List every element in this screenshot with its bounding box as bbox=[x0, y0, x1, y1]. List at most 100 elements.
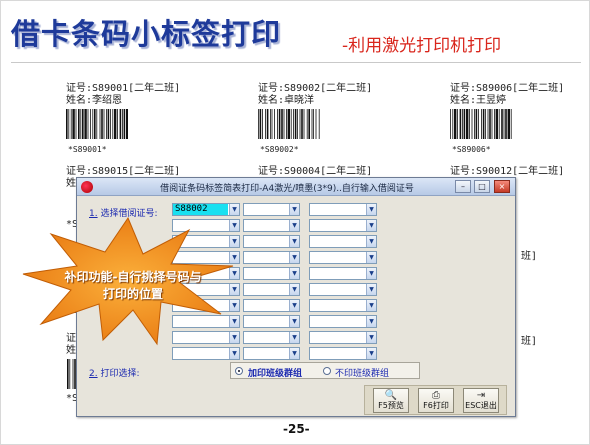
id-combo[interactable]: ▼ bbox=[243, 267, 300, 280]
dropdown-arrow-icon[interactable]: ▼ bbox=[366, 268, 376, 279]
id-combo[interactable]: ▼ bbox=[243, 283, 300, 296]
id-combo-value[interactable] bbox=[244, 316, 248, 327]
id-combo-value[interactable] bbox=[310, 204, 314, 215]
dropdown-arrow-icon[interactable]: ▼ bbox=[289, 220, 299, 231]
barcode-text: *S89001* bbox=[68, 145, 107, 154]
option-include-class-label[interactable]: 加印班级群组 bbox=[248, 366, 302, 379]
id-combo-value[interactable] bbox=[244, 332, 248, 343]
id-combo[interactable]: ▼ bbox=[243, 251, 300, 264]
id-combo[interactable]: ▼ bbox=[309, 203, 377, 216]
id-combo[interactable]: ▼ bbox=[309, 283, 377, 296]
id-combo-value[interactable] bbox=[244, 236, 248, 247]
barcode-label: 证号:S89002[二年二班] 姓名:卓晓洋 *S89002* bbox=[258, 83, 418, 156]
dropdown-arrow-icon[interactable]: ▼ bbox=[289, 252, 299, 263]
minimize-button[interactable]: – bbox=[455, 180, 471, 193]
id-combo-value[interactable] bbox=[310, 348, 314, 359]
id-combo-value[interactable] bbox=[310, 236, 314, 247]
id-combo[interactable]: ▼ bbox=[309, 331, 377, 344]
action-button-group: 🔍 F5预览 ⎙ F6打印 ⇥ ESC退出 bbox=[364, 385, 507, 415]
id-combo-value[interactable] bbox=[244, 252, 248, 263]
dropdown-arrow-icon[interactable]: ▼ bbox=[366, 332, 376, 343]
id-combo-value[interactable] bbox=[310, 268, 314, 279]
close-button[interactable]: × bbox=[494, 180, 510, 193]
id-combo-value[interactable] bbox=[310, 284, 314, 295]
id-combo[interactable]: ▼ bbox=[243, 219, 300, 232]
id-combo[interactable]: ▼ bbox=[309, 299, 377, 312]
print-option-group: 加印班级群组 不印班级群组 bbox=[230, 362, 420, 379]
dropdown-arrow-icon[interactable]: ▼ bbox=[289, 284, 299, 295]
id-combo-value[interactable] bbox=[244, 300, 248, 311]
id-combo[interactable]: ▼ bbox=[309, 235, 377, 248]
dropdown-arrow-icon[interactable]: ▼ bbox=[289, 268, 299, 279]
dropdown-arrow-icon[interactable]: ▼ bbox=[366, 204, 376, 215]
dropdown-arrow-icon[interactable]: ▼ bbox=[229, 348, 239, 359]
maximize-button[interactable]: □ bbox=[474, 180, 490, 193]
preview-button[interactable]: 🔍 F5预览 bbox=[373, 388, 409, 413]
id-combo-value[interactable] bbox=[244, 220, 248, 231]
dropdown-arrow-icon[interactable]: ▼ bbox=[229, 204, 239, 215]
id-combo-value[interactable] bbox=[310, 220, 314, 231]
id-combo[interactable]: ▼ bbox=[309, 251, 377, 264]
radio-exclude-class[interactable] bbox=[323, 367, 331, 375]
radio-include-class[interactable] bbox=[235, 367, 243, 375]
dropdown-arrow-icon[interactable]: ▼ bbox=[366, 236, 376, 247]
dropdown-arrow-icon[interactable]: ▼ bbox=[366, 300, 376, 311]
id-combo[interactable]: ▼ bbox=[309, 219, 377, 232]
dropdown-arrow-icon[interactable]: ▼ bbox=[366, 220, 376, 231]
dialog-titlebar[interactable]: 借阅证条码标签简表打印-A4激光/喷墨(3*9)..自行输入借阅证号 – □ × bbox=[77, 178, 515, 196]
callout-text: 补印功能-自行挑择号码与 打印的位置 bbox=[64, 270, 202, 301]
option-exclude-class-label[interactable]: 不印班级群组 bbox=[335, 366, 389, 379]
id-combo-value[interactable] bbox=[244, 268, 248, 279]
dropdown-arrow-icon[interactable]: ▼ bbox=[289, 348, 299, 359]
exit-button[interactable]: ⇥ ESC退出 bbox=[463, 388, 499, 413]
id-combo-value[interactable]: S88002 bbox=[173, 204, 228, 215]
dropdown-arrow-icon[interactable]: ▼ bbox=[366, 252, 376, 263]
id-combo-value[interactable] bbox=[173, 348, 177, 359]
barcode-image bbox=[450, 109, 512, 139]
id-combo[interactable]: ▼ bbox=[243, 299, 300, 312]
id-combo[interactable]: ▼ bbox=[243, 203, 300, 216]
barcode-image bbox=[66, 109, 129, 139]
title-divider bbox=[11, 62, 581, 63]
dropdown-arrow-icon[interactable]: ▼ bbox=[289, 316, 299, 327]
id-combo[interactable]: ▼ bbox=[309, 315, 377, 328]
id-combo-value[interactable] bbox=[310, 252, 314, 263]
print-button[interactable]: ⎙ F6打印 bbox=[418, 388, 454, 413]
id-combo[interactable]: ▼ bbox=[243, 347, 300, 360]
preview-icon: 🔍 bbox=[384, 390, 398, 401]
id-combo[interactable]: ▼ bbox=[309, 267, 377, 280]
dropdown-arrow-icon[interactable]: ▼ bbox=[366, 284, 376, 295]
dropdown-arrow-icon[interactable]: ▼ bbox=[289, 300, 299, 311]
dialog-title: 借阅证条码标签简表打印-A4激光/喷墨(3*9)..自行输入借阅证号 bbox=[160, 184, 414, 194]
slide-subtitle: -利用激光打印机打印 bbox=[342, 36, 502, 56]
dropdown-arrow-icon[interactable]: ▼ bbox=[366, 348, 376, 359]
print-section-label: 2. 打印选择: bbox=[89, 369, 140, 379]
id-combo[interactable]: S88002 ▼ bbox=[172, 203, 240, 216]
id-combo[interactable]: ▼ bbox=[243, 315, 300, 328]
dropdown-arrow-icon[interactable]: ▼ bbox=[289, 204, 299, 215]
barcode-label: 证号:S89006[二年二班] 姓名:王昱婷 *S89006* bbox=[450, 83, 590, 156]
id-combo[interactable]: ▼ bbox=[243, 235, 300, 248]
barcode-image bbox=[258, 109, 320, 139]
page-number: -25- bbox=[283, 422, 310, 436]
id-combo[interactable]: ▼ bbox=[172, 347, 240, 360]
label-fragment: 班] bbox=[521, 251, 538, 262]
barcode-label: 证号:S89001[二年二班] 姓名:李绍恩 *S89001* bbox=[66, 83, 226, 156]
dropdown-arrow-icon[interactable]: ▼ bbox=[289, 332, 299, 343]
slide-title: 借卡条码小标签打印 bbox=[11, 17, 282, 51]
printer-icon: ⎙ bbox=[432, 390, 440, 401]
id-combo-value[interactable] bbox=[310, 300, 314, 311]
id-combo[interactable]: ▼ bbox=[243, 331, 300, 344]
label-fragment: 班] bbox=[521, 336, 538, 347]
id-combo[interactable]: ▼ bbox=[309, 347, 377, 360]
id-combo-value[interactable] bbox=[244, 284, 248, 295]
app-icon bbox=[81, 181, 93, 193]
id-combo-value[interactable] bbox=[310, 332, 314, 343]
id-combo-value[interactable] bbox=[244, 348, 248, 359]
id-combo-value[interactable] bbox=[310, 316, 314, 327]
dropdown-arrow-icon[interactable]: ▼ bbox=[289, 236, 299, 247]
dropdown-arrow-icon[interactable]: ▼ bbox=[366, 316, 376, 327]
id-combo-value[interactable] bbox=[244, 204, 248, 215]
barcode-text: *S89002* bbox=[260, 145, 299, 154]
slide: 借卡条码小标签打印 -利用激光打印机打印 证号:S89001[二年二班] 姓名:… bbox=[0, 0, 590, 445]
